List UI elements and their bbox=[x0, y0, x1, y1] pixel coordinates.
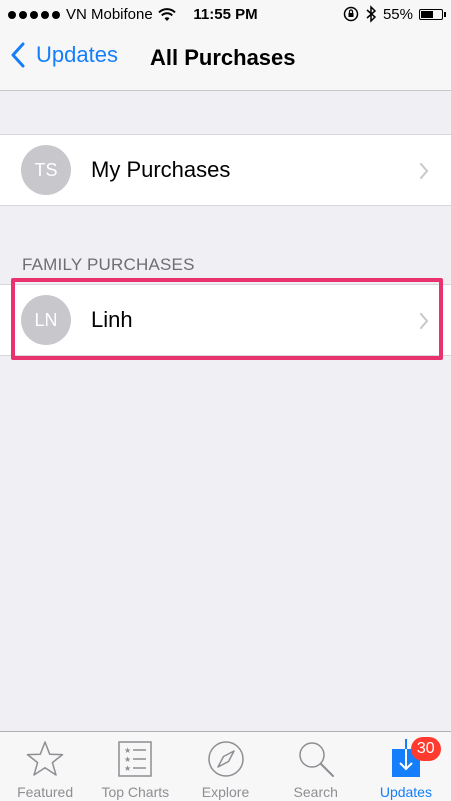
tab-explore[interactable]: Explore bbox=[180, 732, 270, 801]
tab-label: Top Charts bbox=[101, 784, 170, 800]
chevron-left-icon bbox=[11, 42, 25, 68]
tab-label: Explore bbox=[201, 784, 250, 800]
battery-percent: 55% bbox=[382, 5, 413, 23]
list-icon: ★ ★ ★ bbox=[118, 741, 153, 777]
row-label: My Purchases bbox=[91, 157, 231, 182]
chevron-right-icon bbox=[420, 163, 429, 179]
page-title: All Purchases bbox=[150, 45, 296, 70]
back-button-label: Updates bbox=[36, 42, 118, 67]
tab-updates[interactable]: 30 Updates bbox=[361, 732, 451, 801]
bluetooth-icon bbox=[366, 5, 377, 23]
status-right: 55% bbox=[343, 5, 446, 23]
svg-text:★: ★ bbox=[124, 746, 131, 755]
back-button[interactable]: Updates bbox=[10, 42, 118, 68]
tab-search[interactable]: Search bbox=[271, 732, 361, 801]
navigation-bar: Updates All Purchases bbox=[0, 30, 451, 91]
tab-top-charts[interactable]: ★ ★ ★ Top Charts bbox=[90, 732, 180, 801]
svg-text:★: ★ bbox=[124, 755, 131, 764]
updates-badge: 30 bbox=[410, 737, 441, 761]
section-header: FAMILY PURCHASES bbox=[22, 255, 195, 274]
tab-label: Featured bbox=[17, 784, 74, 800]
highlight-annotation bbox=[11, 278, 443, 360]
my-purchases-group: TS My Purchases bbox=[0, 134, 451, 206]
tab-featured[interactable]: Featured bbox=[0, 732, 90, 801]
avatar: TS bbox=[21, 145, 71, 195]
search-icon bbox=[298, 742, 334, 777]
tab-label: Updates bbox=[379, 784, 432, 800]
svg-text:★: ★ bbox=[124, 764, 131, 773]
status-bar: VN Mobifone 11:55 PM 55% bbox=[0, 0, 451, 30]
compass-icon bbox=[207, 741, 244, 777]
rotation-lock-icon bbox=[343, 6, 359, 22]
tab-bar: Featured ★ ★ ★ Top Charts Explore Search bbox=[0, 731, 451, 801]
my-purchases-row[interactable]: TS My Purchases bbox=[0, 135, 451, 205]
battery-icon bbox=[419, 8, 446, 20]
tab-label: Search bbox=[293, 784, 338, 800]
star-icon bbox=[26, 741, 64, 776]
